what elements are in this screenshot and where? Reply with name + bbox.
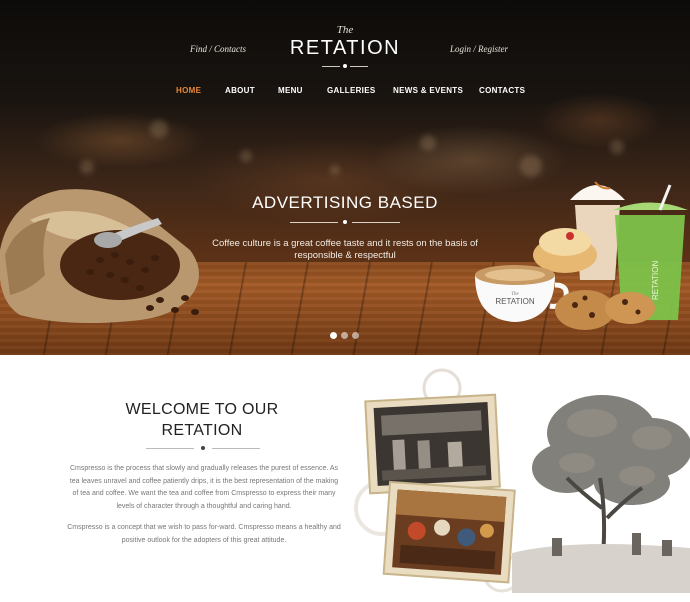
welcome-paragraph-1: Cmspresso is the process that slowly and… (69, 465, 339, 510)
welcome-divider-left (146, 448, 194, 449)
slider-dot-2[interactable] (341, 332, 348, 339)
slider-dot-1[interactable] (330, 332, 337, 339)
brand-divider-dot (343, 64, 347, 68)
hero-slider: RETATION The RETATION Find / Contacts Th… (0, 0, 690, 355)
brand-logo[interactable]: RETATION (0, 37, 690, 60)
nav-item-home[interactable]: HOME (176, 86, 201, 95)
welcome-title: WELCOME TO OUR RETATION (102, 399, 302, 441)
green-drink-brand: RETATION (651, 261, 660, 300)
welcome-divider-right (212, 448, 260, 449)
bokeh-light (150, 120, 168, 138)
login-register-link[interactable]: Login / Register (450, 44, 508, 54)
slide-divider-left (290, 222, 338, 223)
nav-item-news-events[interactable]: NEWS & EVENTS (393, 86, 463, 95)
brand-divider-left (322, 66, 340, 67)
cup-brand-name: RETATION (495, 297, 534, 306)
slide-text: Coffee culture is a great coffee taste a… (212, 238, 478, 261)
vintage-coffee-illustration (354, 368, 690, 593)
bokeh-light (420, 135, 436, 151)
main-nav: HOME ABOUT MENU GALLERIES NEWS & EVENTS … (0, 86, 690, 98)
welcome-divider-dot (201, 446, 205, 450)
welcome-paragraph-2: Cmspresso is a concept that we wish to p… (67, 524, 341, 544)
nav-item-about[interactable]: ABOUT (225, 86, 255, 95)
bokeh-light (610, 140, 624, 154)
brand-prefix: The (336, 24, 354, 36)
nav-item-galleries[interactable]: GALLERIES (327, 86, 375, 95)
welcome-title-line1: WELCOME TO OUR (125, 401, 279, 418)
slide-title: ADVERTISING BASED (252, 193, 438, 212)
slide-divider-dot (343, 220, 347, 224)
bokeh-light (240, 150, 252, 162)
slider-dot-3[interactable] (352, 332, 359, 339)
nav-item-menu[interactable]: MENU (278, 86, 303, 95)
welcome-title-line2: RETATION (161, 422, 243, 439)
slide-divider-right (352, 222, 400, 223)
brand-divider-right (350, 66, 368, 67)
bokeh-light (80, 160, 94, 174)
bokeh-light (330, 165, 340, 175)
nav-item-contacts[interactable]: CONTACTS (479, 86, 525, 95)
